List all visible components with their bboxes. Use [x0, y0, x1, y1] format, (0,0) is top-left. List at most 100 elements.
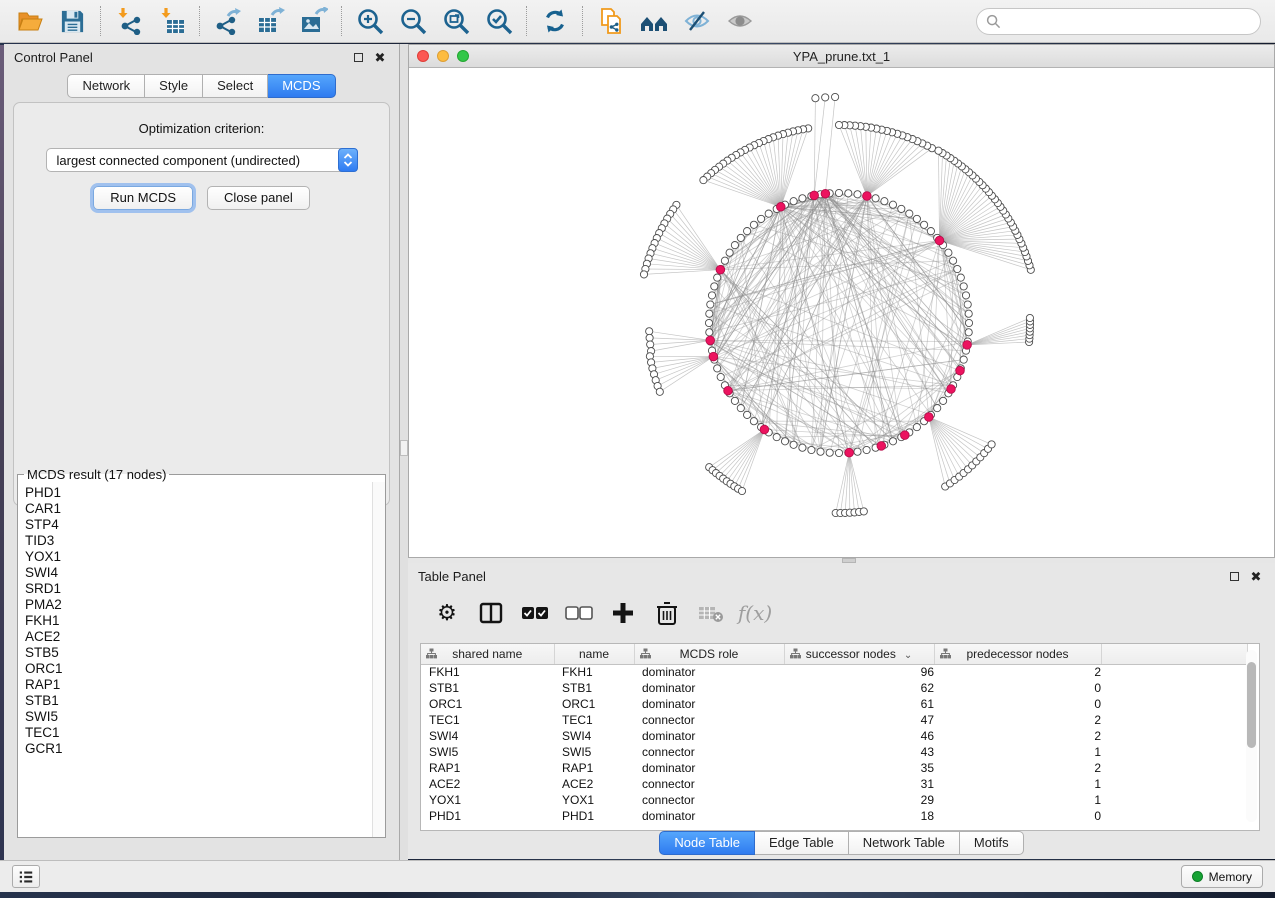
table-cell[interactable]: dominator — [634, 728, 784, 744]
task-history-button[interactable] — [12, 865, 40, 888]
table-cell[interactable]: 62 — [784, 680, 934, 696]
table-cell[interactable]: 61 — [784, 696, 934, 712]
table-cell[interactable]: TEC1 — [421, 712, 554, 728]
table-row[interactable]: ACE2ACE2connector311 — [421, 776, 1247, 792]
float-panel-button[interactable] — [349, 49, 367, 65]
add-column-button[interactable] — [606, 596, 640, 630]
mcds-result-item[interactable]: STB5 — [25, 645, 385, 661]
search-neighbors-button[interactable] — [632, 3, 675, 39]
table-cell[interactable]: 2 — [934, 728, 1101, 744]
table-row[interactable]: PHD1PHD1dominator180 — [421, 808, 1247, 824]
table-cell[interactable]: 47 — [784, 712, 934, 728]
zoom-selected-button[interactable] — [477, 3, 520, 39]
table-scrollbar-thumb[interactable] — [1247, 662, 1256, 748]
table-cell[interactable]: dominator — [634, 808, 784, 824]
column-header-MCDS-role[interactable]: MCDS role — [634, 644, 784, 664]
criterion-select[interactable]: largest connected component (undirected) — [46, 148, 358, 172]
mcds-result-item[interactable]: YOX1 — [25, 549, 385, 565]
tab-network[interactable]: Network — [67, 74, 145, 98]
column-header-predecessor-nodes[interactable]: predecessor nodes — [934, 644, 1101, 664]
table-cell[interactable]: ACE2 — [554, 776, 634, 792]
mcds-result-item[interactable]: ACE2 — [25, 629, 385, 645]
show-graphics-details-button[interactable] — [718, 3, 761, 39]
network-canvas[interactable] — [409, 68, 1274, 557]
tab-select[interactable]: Select — [203, 74, 268, 98]
mcds-result-item[interactable]: PMA2 — [25, 597, 385, 613]
table-cell[interactable]: YOX1 — [554, 792, 634, 808]
mcds-result-item[interactable]: FKH1 — [25, 613, 385, 629]
table-cell[interactable]: connector — [634, 744, 784, 760]
table-cell[interactable]: connector — [634, 712, 784, 728]
function-builder-button[interactable]: f(x) — [738, 596, 772, 630]
table-cell[interactable]: 2 — [934, 664, 1101, 680]
table-cell[interactable]: 0 — [934, 808, 1101, 824]
run-mcds-button[interactable]: Run MCDS — [93, 186, 193, 210]
table-cell[interactable]: 1 — [934, 776, 1101, 792]
copy-current-style-button[interactable] — [589, 3, 632, 39]
table-cell[interactable]: SWI5 — [421, 744, 554, 760]
hide-graphics-details-button[interactable] — [675, 3, 718, 39]
table-cell[interactable]: dominator — [634, 680, 784, 696]
delete-table-button[interactable] — [694, 596, 728, 630]
table-cell[interactable]: 0 — [934, 680, 1101, 696]
table-row[interactable]: FKH1FKH1dominator962 — [421, 664, 1247, 680]
refresh-view-button[interactable] — [533, 3, 576, 39]
mcds-result-item[interactable]: SRD1 — [25, 581, 385, 597]
mcds-result-item[interactable]: PHD1 — [25, 485, 385, 501]
memory-status-button[interactable]: Memory — [1181, 865, 1263, 888]
table-cell[interactable]: 0 — [934, 696, 1101, 712]
column-header-name[interactable]: name — [554, 644, 634, 664]
zoom-in-button[interactable] — [348, 3, 391, 39]
table-cell[interactable]: 43 — [784, 744, 934, 760]
table-cell[interactable]: RAP1 — [554, 760, 634, 776]
table-cell[interactable]: 96 — [784, 664, 934, 680]
mcds-result-item[interactable]: CAR1 — [25, 501, 385, 517]
table-cell[interactable]: 1 — [934, 792, 1101, 808]
table-cell[interactable]: STB1 — [421, 680, 554, 696]
mcds-result-item[interactable]: STP4 — [25, 517, 385, 533]
zoom-out-button[interactable] — [391, 3, 434, 39]
table-row[interactable]: ORC1ORC1dominator610 — [421, 696, 1247, 712]
table-cell[interactable]: dominator — [634, 760, 784, 776]
mcds-result-item[interactable]: GCR1 — [25, 741, 385, 757]
table-cell[interactable]: SWI4 — [554, 728, 634, 744]
deselect-all-columns-button[interactable] — [562, 596, 596, 630]
table-row[interactable]: SWI5SWI5connector431 — [421, 744, 1247, 760]
close-table-panel-button[interactable]: ✖ — [1247, 568, 1265, 584]
table-row[interactable]: TEC1TEC1connector472 — [421, 712, 1247, 728]
table-cell[interactable]: 29 — [784, 792, 934, 808]
delete-column-button[interactable] — [650, 596, 684, 630]
network-window-titlebar[interactable]: YPA_prune.txt_1 — [409, 45, 1274, 68]
column-header-shared-name[interactable]: shared name — [421, 644, 554, 664]
table-row[interactable]: STB1STB1dominator620 — [421, 680, 1247, 696]
table-cell[interactable]: 46 — [784, 728, 934, 744]
mcds-result-list[interactable]: PHD1CAR1STP4TID3YOX1SWI4SRD1PMA2FKH1ACE2… — [18, 482, 385, 837]
tab-style[interactable]: Style — [145, 74, 203, 98]
node-table[interactable]: shared namenameMCDS rolesuccessor nodes⌄… — [421, 644, 1248, 824]
tab-mcds[interactable]: MCDS — [268, 74, 335, 98]
table-cell[interactable]: 2 — [934, 760, 1101, 776]
save-session-button[interactable] — [51, 3, 94, 39]
tab-node-table[interactable]: Node Table — [659, 831, 755, 855]
table-cell[interactable]: SWI5 — [554, 744, 634, 760]
table-row[interactable]: SWI4SWI4dominator462 — [421, 728, 1247, 744]
mcds-list-scrollbar[interactable] — [372, 482, 385, 837]
zoom-fit-button[interactable] — [434, 3, 477, 39]
export-table-button[interactable] — [249, 3, 292, 39]
export-network-button[interactable] — [206, 3, 249, 39]
column-header-successor-nodes[interactable]: successor nodes⌄ — [784, 644, 934, 664]
close-panel-action-button[interactable]: Close panel — [207, 186, 310, 210]
table-cell[interactable]: 2 — [934, 712, 1101, 728]
table-cell[interactable]: PHD1 — [554, 808, 634, 824]
mcds-result-item[interactable]: SWI4 — [25, 565, 385, 581]
table-cell[interactable]: PHD1 — [421, 808, 554, 824]
mcds-result-item[interactable]: RAP1 — [25, 677, 385, 693]
table-cell[interactable]: FKH1 — [554, 664, 634, 680]
table-cell[interactable]: ORC1 — [554, 696, 634, 712]
import-table-button[interactable] — [150, 3, 193, 39]
select-all-columns-button[interactable] — [518, 596, 552, 630]
table-row[interactable]: RAP1RAP1dominator352 — [421, 760, 1247, 776]
export-image-button[interactable] — [292, 3, 335, 39]
table-cell[interactable]: connector — [634, 792, 784, 808]
mcds-result-item[interactable]: TEC1 — [25, 725, 385, 741]
